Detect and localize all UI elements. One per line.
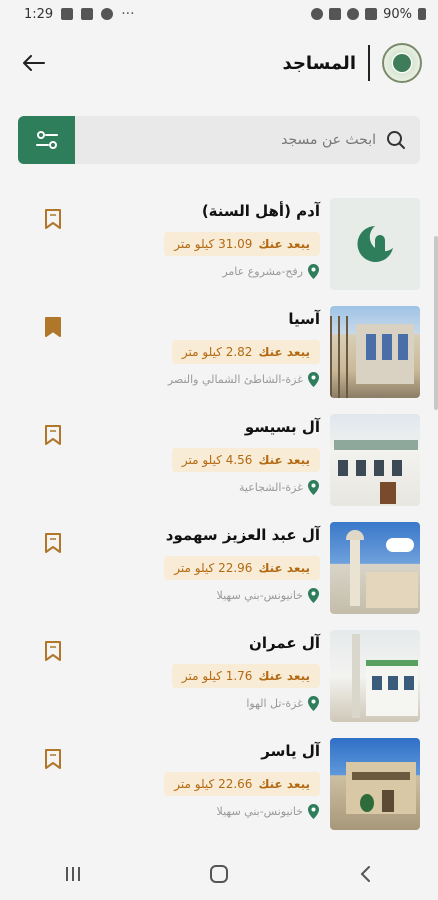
location-pin-icon: [308, 696, 319, 711]
status-time: 1:29: [24, 6, 54, 22]
page-title: المساجد: [282, 52, 356, 74]
mosque-item[interactable]: آل ياسر يبعد عنك 22.66 كيلو متر خانيونس-…: [0, 736, 438, 844]
search-field[interactable]: [75, 116, 420, 164]
mosque-photo: [330, 630, 420, 722]
distance-value: 4.56 كيلو متر: [181, 453, 253, 467]
bookmark-outline-icon[interactable]: [44, 640, 62, 662]
bookmark-outline-icon[interactable]: [44, 748, 62, 770]
mosque-item[interactable]: آل بسيسو يبعد عنك 4.56 كيلو متر غزة-الشج…: [0, 412, 438, 520]
mosque-location: غزة-الشجاعية: [239, 480, 320, 495]
location-pin-icon: [308, 804, 319, 819]
mosque-photo: [330, 522, 420, 614]
mosque-location: رفح-مشروع عامر: [222, 264, 320, 279]
mute-icon: [329, 8, 342, 20]
search-input[interactable]: [96, 132, 376, 148]
recent-apps-button[interactable]: [43, 854, 103, 894]
mosque-name: آل بسيسو: [244, 418, 320, 436]
status-left: 1:29 ···: [24, 6, 135, 22]
mosque-photo: [330, 414, 420, 506]
mosque-location: خانيونس-بني سهيلا: [217, 588, 321, 603]
distance-label: يبعد عنك: [258, 345, 310, 359]
distance-label: يبعد عنك: [258, 777, 310, 791]
distance-value: 22.66 كيلو متر: [174, 777, 253, 791]
ministry-logo: [382, 43, 422, 83]
location-text: خانيونس-بني سهيلا: [216, 805, 304, 818]
mosque-location: غزة-تل الهوا: [246, 696, 320, 711]
distance-badge: يبعد عنك 1.76 كيلو متر: [171, 664, 320, 688]
home-button[interactable]: [189, 854, 249, 894]
location-text: غزة-الشجاعية: [238, 481, 303, 494]
recent-apps-icon: [66, 867, 80, 881]
alarm-icon: [311, 8, 324, 20]
mosque-name: آدم (أهل السنة): [201, 202, 320, 220]
distance-label: يبعد عنك: [258, 237, 310, 251]
distance-label: يبعد عنك: [258, 669, 310, 683]
arrow-left-icon: [23, 55, 45, 71]
bookmark-outline-icon[interactable]: [44, 424, 62, 446]
scrollbar[interactable]: [434, 236, 438, 410]
shield-notification-icon: [101, 8, 114, 20]
mosque-name: آل عبد العزيز سهمود: [165, 526, 320, 544]
mosque-name: آل عمران: [249, 634, 320, 652]
mosque-name: آسيا: [288, 310, 320, 328]
distance-label: يبعد عنك: [258, 561, 310, 575]
battery-percent: 90%: [383, 6, 412, 22]
app-header: المساجد: [0, 28, 438, 98]
more-notifications-icon: ···: [121, 6, 135, 22]
distance-badge: يبعد عنك 4.56 كيلو متر: [171, 448, 320, 472]
location-text: غزة-الشاطئ الشمالي والنصر: [167, 373, 303, 386]
system-back-button[interactable]: [335, 854, 395, 894]
back-button[interactable]: [20, 49, 48, 77]
mosque-item[interactable]: آل عبد العزيز سهمود يبعد عنك 22.96 كيلو …: [0, 520, 438, 628]
distance-value: 31.09 كيلو متر: [174, 237, 253, 251]
header-title-group: المساجد: [283, 43, 422, 83]
location-pin-icon: [308, 264, 319, 279]
filter-button[interactable]: [18, 116, 75, 164]
chevron-left-icon: [360, 866, 370, 882]
distance-value: 2.82 كيلو متر: [181, 345, 253, 359]
wifi-icon: [347, 8, 360, 20]
mosque-location: خانيونس-بني سهيلا: [217, 804, 321, 819]
location-pin-icon: [308, 588, 319, 603]
location-text: رفح-مشروع عامر: [222, 265, 303, 278]
distance-badge: يبعد عنك 22.96 كيلو متر: [164, 556, 320, 580]
app-notification-icon: [81, 8, 94, 20]
distance-value: 22.96 كيلو متر: [174, 561, 253, 575]
mosque-item[interactable]: آل عمران يبعد عنك 1.76 كيلو متر غزة-تل ا…: [0, 628, 438, 736]
signal-icon: [365, 8, 378, 20]
bookmark-outline-icon[interactable]: [44, 532, 62, 554]
battery-icon: [418, 8, 426, 20]
mosque-item[interactable]: آدم (أهل السنة) يبعد عنك 31.09 كيلو متر …: [0, 196, 438, 304]
status-right: 90%: [311, 7, 426, 22]
mosque-photo: [330, 738, 420, 830]
distance-badge: يبعد عنك 22.66 كيلو متر: [164, 772, 320, 796]
mosque-crescent-icon: [357, 226, 393, 262]
mosque-name: آل ياسر: [261, 742, 320, 760]
sliders-icon: [35, 131, 58, 149]
location-pin-icon: [308, 480, 319, 495]
status-bar: 1:29 ··· 90%: [0, 0, 438, 28]
distance-badge: يبعد عنك 2.82 كيلو متر: [171, 340, 320, 364]
bookmark-filled-icon[interactable]: [44, 316, 62, 338]
home-icon: [210, 865, 228, 883]
mosque-list: آدم (أهل السنة) يبعد عنك 31.09 كيلو متر …: [0, 196, 438, 844]
distance-value: 1.76 كيلو متر: [181, 669, 253, 683]
location-pin-icon: [308, 372, 319, 387]
distance-label: يبعد عنك: [258, 453, 310, 467]
search-bar: [18, 116, 420, 164]
mosque-photo: [330, 306, 420, 398]
bookmark-outline-icon[interactable]: [44, 208, 62, 230]
system-nav-bar: [0, 848, 438, 900]
gallery-notification-icon: [61, 8, 74, 20]
search-icon: [387, 131, 405, 149]
mosque-placeholder-image: [330, 198, 420, 290]
location-text: خانيونس-بني سهيلا: [216, 589, 304, 602]
mosque-item[interactable]: آسيا يبعد عنك 2.82 كيلو متر غزة-الشاطئ ا…: [0, 304, 438, 412]
title-divider: [368, 45, 370, 81]
mosque-location: غزة-الشاطئ الشمالي والنصر: [168, 372, 320, 387]
location-text: غزة-تل الهوا: [246, 697, 303, 710]
distance-badge: يبعد عنك 31.09 كيلو متر: [164, 232, 320, 256]
